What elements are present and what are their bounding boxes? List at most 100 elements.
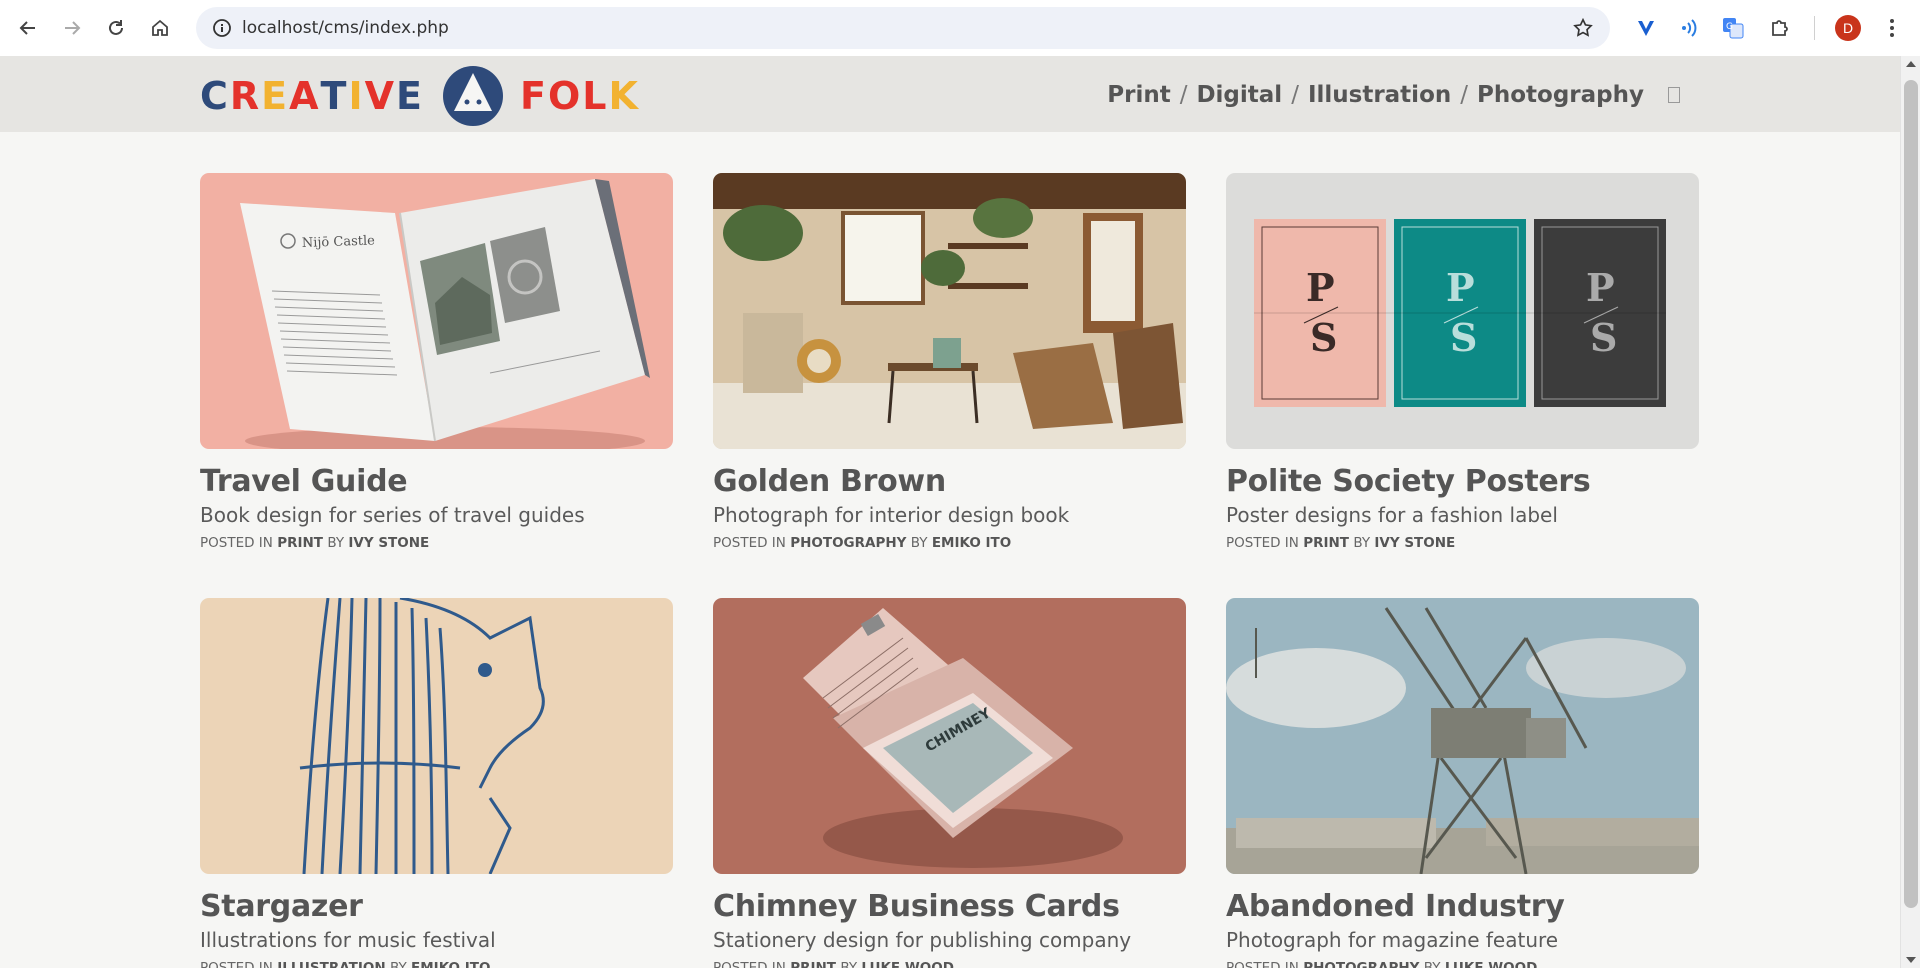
project-card[interactable]: CHIMNEY Chimney Business Cards Stationer… (713, 598, 1186, 968)
forward-icon[interactable] (50, 6, 94, 50)
site-info-icon[interactable] (202, 18, 242, 38)
project-card[interactable]: Stargazer Illustrations for music festiv… (200, 598, 673, 968)
meta-category-link[interactable]: ILLUSTRATION (277, 960, 385, 968)
meta-by-label: BY (1353, 535, 1371, 551)
project-image-polite-society[interactable]: P S P S P S (1226, 173, 1699, 449)
logo-letter: A (289, 74, 321, 118)
logo-letter: O (547, 74, 583, 118)
meta-by-label: BY (1423, 960, 1441, 968)
project-title[interactable]: Golden Brown (713, 464, 1186, 499)
project-title[interactable]: Chimney Business Cards (713, 889, 1186, 924)
scroll-thumb[interactable] (1904, 80, 1918, 908)
meta-author-link[interactable]: EMIKO ITO (411, 960, 490, 968)
site-header: C R E A T I V E F O L K Print / Digital … (0, 56, 1900, 132)
meta-posted-in-label: POSTED IN (200, 535, 273, 551)
menu-toggle-icon[interactable] (1668, 87, 1680, 103)
meta-by-label: BY (327, 535, 345, 551)
extensions-puzzle-icon[interactable] (1764, 12, 1796, 44)
project-title[interactable]: Abandoned Industry (1226, 889, 1699, 924)
meta-category-link[interactable]: PRINT (790, 960, 836, 968)
project-image-golden-brown[interactable] (713, 173, 1186, 449)
nav-separator: / (1179, 82, 1188, 108)
project-description: Stationery design for publishing company (713, 928, 1132, 952)
browser-toolbar: localhost/cms/index.php G D (0, 0, 1920, 56)
profile-avatar[interactable]: D (1832, 12, 1864, 44)
project-title[interactable]: Polite Society Posters (1226, 464, 1699, 499)
logo-letter: C (200, 74, 230, 118)
meta-author-link[interactable]: IVY STONE (348, 535, 429, 551)
meta-posted-in-label: POSTED IN (1226, 960, 1299, 968)
poster-letter-s: S (1590, 315, 1617, 360)
project-image-travel-guide[interactable]: Nijō Castle (200, 173, 673, 449)
meta-author-link[interactable]: IVY STONE (1374, 535, 1455, 551)
logo-letter: I (348, 74, 365, 118)
project-meta: POSTED IN PRINT BY LUKE WOOD (713, 960, 1186, 968)
project-description: Photograph for interior design book (713, 503, 1070, 527)
meta-category-link[interactable]: PRINT (1303, 535, 1349, 551)
toolbar-divider (1814, 16, 1815, 40)
project-description: Book design for series of travel guides (200, 503, 585, 527)
project-title[interactable]: Travel Guide (200, 464, 673, 499)
meta-by-label: BY (840, 960, 858, 968)
logo-wordmark-left: C R E A T I V E (200, 74, 424, 118)
bookmark-star-icon[interactable] (1572, 17, 1594, 44)
poster-letter-p: P (1306, 265, 1335, 310)
project-meta: POSTED IN PRINT BY IVY STONE (200, 535, 673, 551)
logo-letter: E (396, 74, 424, 118)
meta-posted-in-label: POSTED IN (713, 535, 786, 551)
meta-category-link[interactable]: PHOTOGRAPHY (790, 535, 906, 551)
nav-separator: / (1460, 82, 1468, 108)
logo-letter: V (364, 74, 397, 118)
meta-posted-in-label: POSTED IN (713, 960, 786, 968)
project-card[interactable]: Golden Brown Photograph for interior des… (713, 173, 1186, 551)
poster-letter-p: P (1586, 265, 1615, 310)
project-description: Photograph for magazine feature (1226, 928, 1559, 952)
project-card[interactable]: Abandoned Industry Photograph for magazi… (1226, 598, 1699, 968)
nav-separator: / (1291, 82, 1299, 108)
meta-posted-in-label: POSTED IN (200, 960, 273, 968)
main-nav: Print / Digital / Illustration / Photogr… (1107, 82, 1680, 108)
logo-wordmark-right: F O L K (520, 74, 640, 118)
project-image-abandoned-industry[interactable] (1226, 598, 1699, 874)
project-description: Illustrations for music festival (200, 928, 496, 952)
extension-wave-icon[interactable] (1673, 12, 1705, 44)
logo-mark-icon (443, 66, 503, 126)
book-heading-text: Nijō Castle (302, 233, 376, 251)
nav-link-digital[interactable]: Digital (1196, 82, 1282, 108)
logo-letter: L (582, 74, 609, 118)
project-title[interactable]: Stargazer (200, 889, 673, 924)
meta-posted-in-label: POSTED IN (1226, 535, 1299, 551)
meta-category-link[interactable]: PRINT (277, 535, 323, 551)
nav-link-print[interactable]: Print (1107, 82, 1170, 108)
meta-author-link[interactable]: EMIKO ITO (932, 535, 1011, 551)
svg-text:G: G (1726, 22, 1733, 32)
meta-author-link[interactable]: LUKE WOOD (861, 960, 954, 968)
meta-category-link[interactable]: PHOTOGRAPHY (1303, 960, 1419, 968)
extension-v-icon[interactable] (1630, 12, 1662, 44)
poster-letter-s: S (1450, 315, 1477, 360)
scroll-down-icon[interactable] (1906, 957, 1916, 963)
project-card[interactable]: Nijō Castle Travel Guide Book design for… (200, 173, 673, 551)
project-description: Poster designs for a fashion label (1226, 503, 1558, 527)
logo-letter: T (320, 74, 349, 118)
project-image-chimney[interactable]: CHIMNEY (713, 598, 1186, 874)
scroll-up-icon[interactable] (1906, 61, 1916, 67)
project-meta: POSTED IN ILLUSTRATION BY EMIKO ITO (200, 960, 673, 968)
project-meta: POSTED IN PHOTOGRAPHY BY LUKE WOOD (1226, 960, 1699, 968)
address-bar[interactable]: localhost/cms/index.php (196, 7, 1610, 49)
translate-icon[interactable]: G (1717, 12, 1749, 44)
project-image-stargazer[interactable] (200, 598, 673, 874)
url-text[interactable]: localhost/cms/index.php (242, 18, 449, 38)
meta-author-link[interactable]: LUKE WOOD (1445, 960, 1538, 968)
meta-by-label: BY (910, 535, 928, 551)
site-logo[interactable]: C R E A T I V E F O L K (200, 66, 640, 126)
nav-link-illustration[interactable]: Illustration (1308, 82, 1451, 108)
page-scrollbar[interactable] (1900, 56, 1920, 968)
reload-icon[interactable] (94, 6, 138, 50)
project-card[interactable]: P S P S P S Polite Society Posters Poste… (1226, 173, 1699, 551)
kebab-menu-icon[interactable] (1876, 12, 1908, 44)
project-meta: POSTED IN PHOTOGRAPHY BY EMIKO ITO (713, 535, 1186, 551)
nav-link-photography[interactable]: Photography (1477, 82, 1644, 108)
home-icon[interactable] (138, 6, 182, 50)
back-icon[interactable] (6, 6, 50, 50)
